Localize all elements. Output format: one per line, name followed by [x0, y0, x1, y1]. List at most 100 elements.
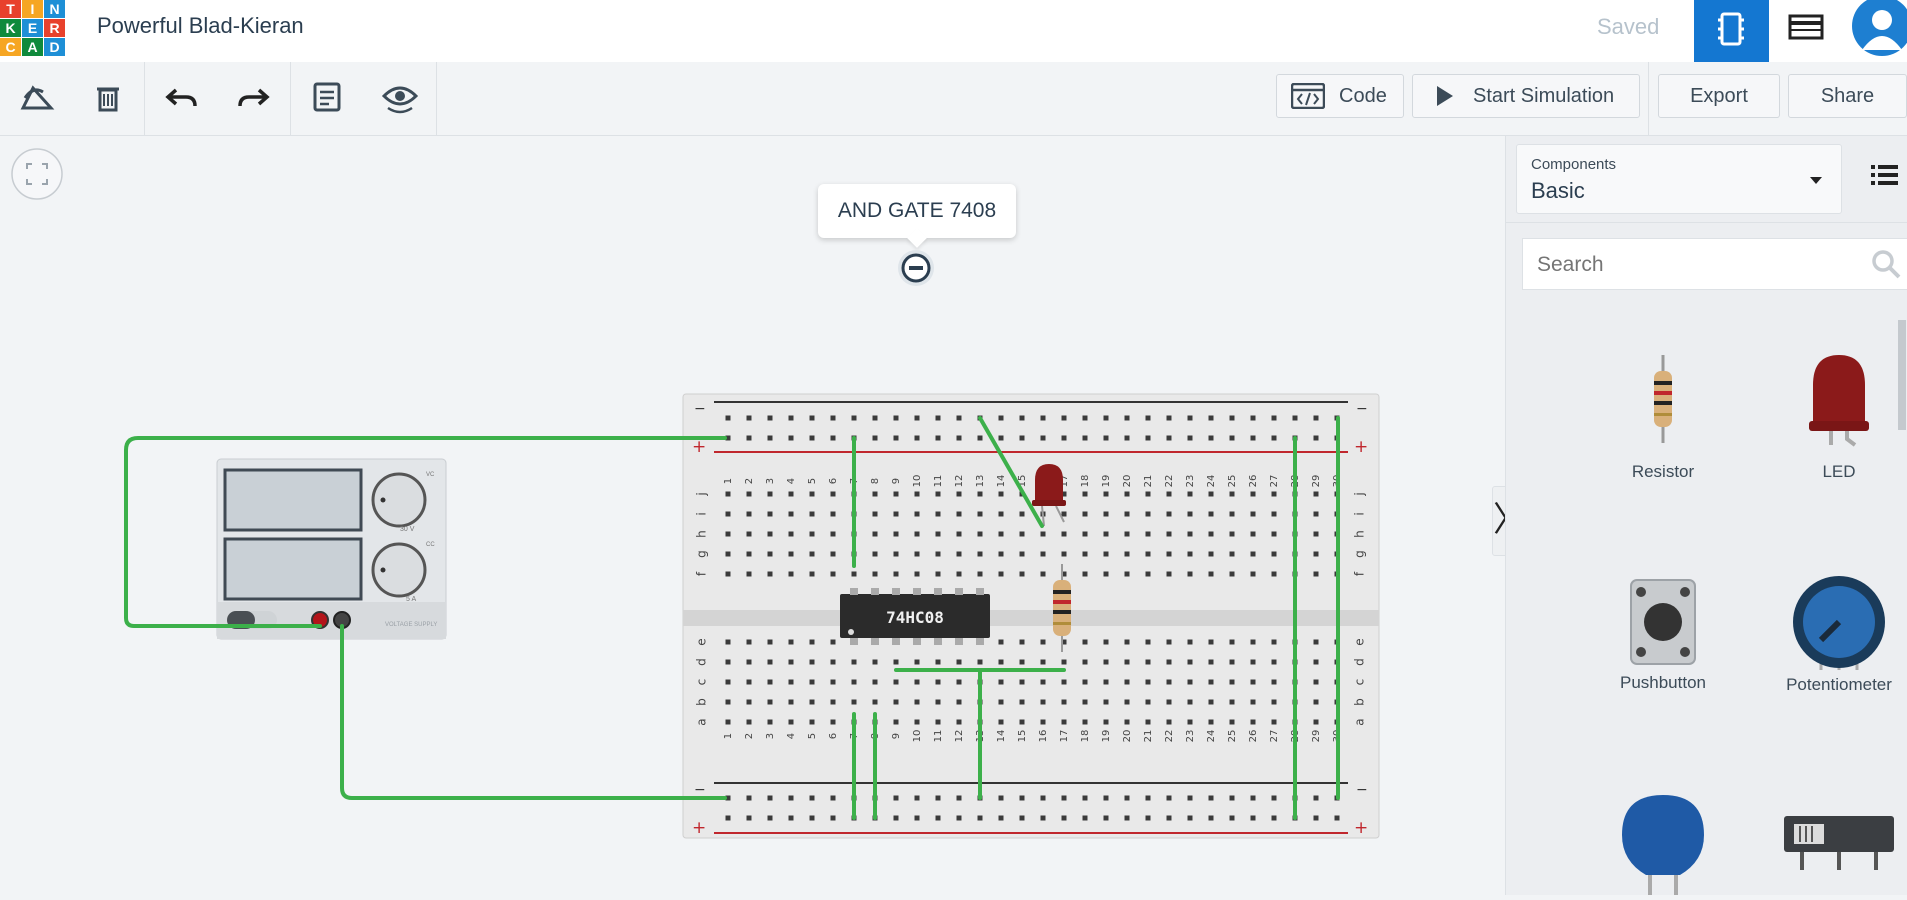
breadboard-hole[interactable] — [1313, 415, 1319, 421]
breadboard-hole[interactable] — [956, 699, 962, 705]
breadboard-hole[interactable] — [1271, 795, 1277, 801]
breadboard-hole[interactable] — [956, 679, 962, 685]
breadboard-hole[interactable] — [1187, 719, 1193, 725]
breadboard-hole[interactable] — [872, 511, 878, 517]
breadboard-hole[interactable] — [1313, 531, 1319, 537]
breadboard-hole[interactable] — [1040, 435, 1046, 441]
breadboard-hole[interactable] — [1019, 435, 1025, 441]
breadboard-hole[interactable] — [1040, 795, 1046, 801]
breadboard-hole[interactable] — [1166, 815, 1172, 821]
breadboard-hole[interactable] — [1229, 435, 1235, 441]
breadboard-hole[interactable] — [746, 795, 752, 801]
breadboard-hole[interactable] — [977, 659, 983, 665]
breadboard-hole[interactable] — [746, 435, 752, 441]
breadboard-hole[interactable] — [1145, 511, 1151, 517]
breadboard-hole[interactable] — [1208, 795, 1214, 801]
breadboard-hole[interactable] — [1292, 415, 1298, 421]
breadboard-hole[interactable] — [893, 435, 899, 441]
breadboard-hole[interactable] — [1061, 795, 1067, 801]
breadboard-hole[interactable] — [1061, 679, 1067, 685]
breadboard-hole[interactable] — [788, 719, 794, 725]
breadboard-hole[interactable] — [872, 551, 878, 557]
breadboard-hole[interactable] — [977, 511, 983, 517]
breadboard-hole[interactable] — [767, 491, 773, 497]
breadboard-hole[interactable] — [788, 511, 794, 517]
breadboard-hole[interactable] — [1103, 435, 1109, 441]
breadboard-hole[interactable] — [977, 551, 983, 557]
rotate-icon[interactable] — [17, 78, 57, 118]
breadboard-hole[interactable] — [977, 571, 983, 577]
breadboard-hole[interactable] — [914, 571, 920, 577]
breadboard-hole[interactable] — [1019, 511, 1025, 517]
breadboard-hole[interactable] — [1082, 551, 1088, 557]
breadboard-hole[interactable] — [1271, 531, 1277, 537]
design-title[interactable]: Powerful Blad-Kieran — [97, 13, 304, 39]
breadboard-hole[interactable] — [1082, 531, 1088, 537]
breadboard-hole[interactable] — [1229, 699, 1235, 705]
breadboard-hole[interactable] — [1019, 571, 1025, 577]
breadboard-hole[interactable] — [935, 659, 941, 665]
breadboard-hole[interactable] — [788, 639, 794, 645]
breadboard-hole[interactable] — [914, 435, 920, 441]
breadboard-hole[interactable] — [746, 511, 752, 517]
breadboard-hole[interactable] — [767, 719, 773, 725]
breadboard-hole[interactable] — [956, 491, 962, 497]
breadboard-hole[interactable] — [1145, 815, 1151, 821]
breadboard-hole[interactable] — [998, 435, 1004, 441]
breadboard-hole[interactable] — [1313, 571, 1319, 577]
breadboard-hole[interactable] — [956, 795, 962, 801]
breadboard-hole[interactable] — [1250, 551, 1256, 557]
breadboard-hole[interactable] — [1187, 491, 1193, 497]
breadboard-hole[interactable] — [746, 659, 752, 665]
breadboard-hole[interactable] — [1166, 551, 1172, 557]
breadboard-hole[interactable] — [1145, 551, 1151, 557]
breadboard-hole[interactable] — [1166, 639, 1172, 645]
breadboard-hole[interactable] — [1208, 815, 1214, 821]
breadboard-hole[interactable] — [1124, 699, 1130, 705]
breadboard-hole[interactable] — [998, 659, 1004, 665]
breadboard-hole[interactable] — [1019, 699, 1025, 705]
breadboard-hole[interactable] — [1166, 531, 1172, 537]
breadboard-hole[interactable] — [1124, 415, 1130, 421]
breadboard-hole[interactable] — [1040, 719, 1046, 725]
breadboard-hole[interactable] — [767, 639, 773, 645]
breadboard-hole[interactable] — [872, 699, 878, 705]
breadboard-hole[interactable] — [1103, 639, 1109, 645]
breadboard-hole[interactable] — [1061, 551, 1067, 557]
breadboard-hole[interactable] — [1313, 511, 1319, 517]
user-avatar[interactable] — [1848, 0, 1907, 60]
breadboard-hole[interactable] — [788, 795, 794, 801]
breadboard-hole[interactable] — [1040, 551, 1046, 557]
breadboard-hole[interactable] — [1040, 679, 1046, 685]
breadboard[interactable]: − − + + − − + + 112233445566778899101011… — [682, 393, 1380, 839]
breadboard-hole[interactable] — [956, 571, 962, 577]
breadboard-hole[interactable] — [809, 699, 815, 705]
export-button[interactable]: Export — [1658, 74, 1780, 118]
breadboard-hole[interactable] — [746, 415, 752, 421]
breadboard-hole[interactable] — [851, 659, 857, 665]
breadboard-hole[interactable] — [851, 679, 857, 685]
breadboard-hole[interactable] — [998, 571, 1004, 577]
minus-circle-icon[interactable] — [896, 248, 936, 288]
breadboard-hole[interactable] — [1313, 435, 1319, 441]
breadboard-hole[interactable] — [956, 415, 962, 421]
breadboard-hole[interactable] — [767, 815, 773, 821]
breadboard-hole[interactable] — [1082, 435, 1088, 441]
breadboard-hole[interactable] — [893, 679, 899, 685]
breadboard-hole[interactable] — [767, 511, 773, 517]
breadboard-hole[interactable] — [1061, 719, 1067, 725]
circuit-drawing[interactable]: 30 V 5 A VC CC VOLTAGE SUPPLY − − + + − … — [0, 136, 1505, 895]
breadboard-hole[interactable] — [1313, 719, 1319, 725]
breadboard-hole[interactable] — [1061, 699, 1067, 705]
breadboard-hole[interactable] — [872, 659, 878, 665]
breadboard-hole[interactable] — [1250, 415, 1256, 421]
breadboard-hole[interactable] — [893, 815, 899, 821]
breadboard-hole[interactable] — [914, 511, 920, 517]
breadboard-hole[interactable] — [893, 531, 899, 537]
breadboard-hole[interactable] — [1229, 795, 1235, 801]
breadboard-hole[interactable] — [935, 795, 941, 801]
breadboard-hole[interactable] — [1019, 415, 1025, 421]
breadboard-hole[interactable] — [1061, 531, 1067, 537]
breadboard-hole[interactable] — [725, 571, 731, 577]
breadboard-hole[interactable] — [998, 491, 1004, 497]
